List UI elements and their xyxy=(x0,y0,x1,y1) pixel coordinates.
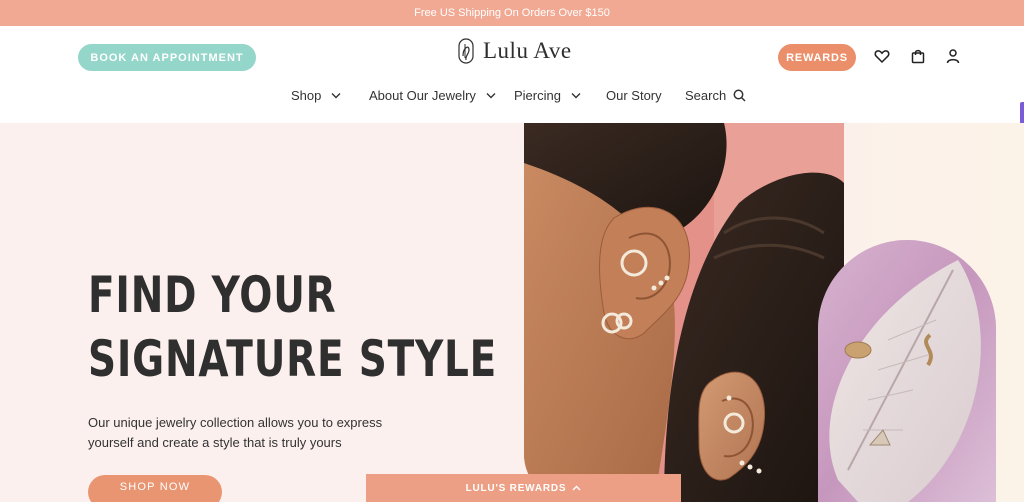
user-icon[interactable] xyxy=(945,48,961,64)
site-header: BOOK AN APPOINTMENT Lulu Ave REWARDS Sho… xyxy=(0,26,1024,123)
nav-item-label: Search xyxy=(685,88,727,103)
promo-bar: Free US Shipping On Orders Over $150 xyxy=(0,0,1024,26)
nav-item-shop[interactable]: Shop xyxy=(291,88,341,103)
shopping-bag-icon[interactable] xyxy=(910,48,926,64)
chevron-down-icon xyxy=(571,93,581,99)
hero-title: FIND YOUR SIGNATURE STYLE xyxy=(88,263,525,391)
book-appointment-button[interactable]: BOOK AN APPOINTMENT xyxy=(78,44,256,71)
chevron-down-icon xyxy=(486,93,496,99)
rewards-button[interactable]: REWARDS xyxy=(778,44,856,71)
chevron-down-icon xyxy=(331,93,341,99)
nav-item-label: About Our Jewelry xyxy=(369,88,476,103)
hero-section: FIND YOUR SIGNATURE STYLE Our unique jew… xyxy=(0,123,1024,502)
main-nav: Shop About Our Jewelry Piercing Our Stor… xyxy=(0,88,1024,108)
chevron-up-icon xyxy=(572,485,581,491)
logo-mark-icon xyxy=(458,38,474,64)
hero-title-line-1: FIND YOUR xyxy=(88,266,337,324)
rewards-drawer-tab[interactable]: LULU'S REWARDS xyxy=(366,474,681,502)
nav-item-our-story[interactable]: Our Story xyxy=(606,88,662,103)
search-icon xyxy=(733,89,746,102)
logo[interactable]: Lulu Ave xyxy=(457,36,572,66)
promo-text: Free US Shipping On Orders Over $150 xyxy=(414,7,610,19)
shop-now-button[interactable]: SHOP NOW xyxy=(88,475,222,502)
hero-photo-ears xyxy=(524,123,844,502)
nav-item-label: Shop xyxy=(291,88,322,103)
nav-item-label: Piercing xyxy=(514,88,561,103)
hero-photo-earrings xyxy=(818,240,996,502)
nav-item-search[interactable]: Search xyxy=(685,88,746,103)
nav-item-label: Our Story xyxy=(606,88,662,103)
hero-title-line-2: SIGNATURE STYLE xyxy=(88,330,498,388)
side-widget-tab[interactable] xyxy=(1020,102,1024,124)
heart-icon[interactable] xyxy=(874,48,890,64)
rewards-drawer-label: LULU'S REWARDS xyxy=(465,482,567,494)
nav-item-piercing[interactable]: Piercing xyxy=(514,88,581,103)
hero-subtitle: Our unique jewelry collection allows you… xyxy=(88,415,383,450)
logo-text: Lulu Ave xyxy=(483,38,572,63)
nav-item-about-our-jewelry[interactable]: About Our Jewelry xyxy=(369,88,496,103)
